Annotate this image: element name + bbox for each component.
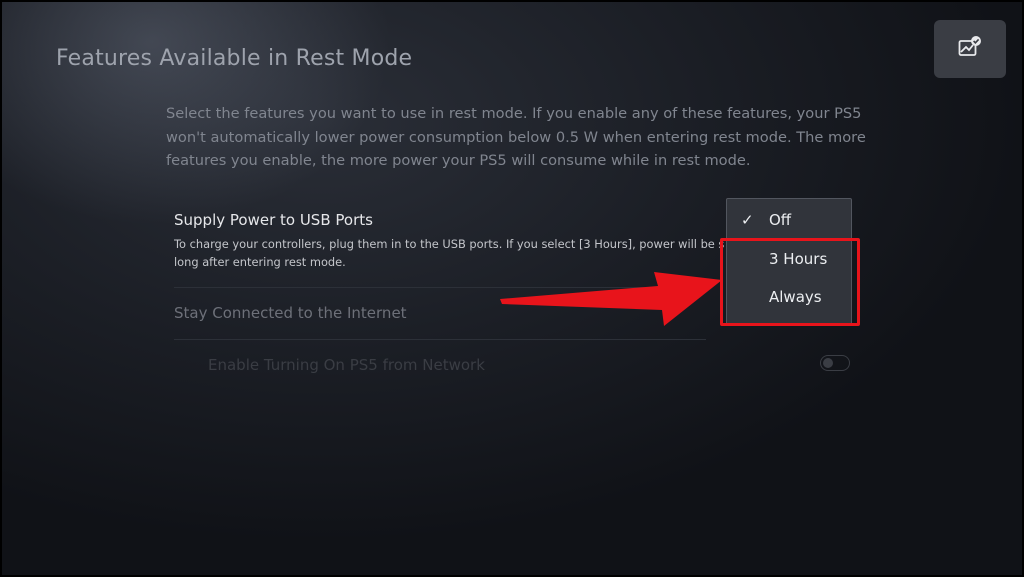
annotation-arrow-icon — [500, 272, 722, 326]
capture-gallery-icon — [958, 36, 982, 62]
capture-gallery-button[interactable] — [934, 20, 1006, 78]
page-title: Features Available in Rest Mode — [56, 46, 413, 71]
check-icon: ✓ — [741, 211, 754, 229]
stay-connected-title: Stay Connected to the Internet — [174, 304, 407, 322]
network-power-on-toggle[interactable] — [820, 355, 850, 371]
setting-row-network-power-on[interactable]: Enable Turning On PS5 from Network — [208, 356, 485, 374]
usb-power-description-line-1: To charge your controllers, plug them in… — [174, 237, 725, 251]
row-divider — [174, 339, 706, 340]
rest-mode-description: Select the features you want to use in r… — [166, 105, 866, 169]
network-power-on-title: Enable Turning On PS5 from Network — [208, 356, 485, 374]
toggle-knob — [823, 358, 833, 368]
usb-power-title: Supply Power to USB Ports — [174, 211, 373, 229]
dropdown-option-off[interactable]: ✓ Off — [727, 201, 851, 239]
dropdown-option-label: Off — [769, 211, 792, 229]
setting-row-stay-connected[interactable]: Stay Connected to the Internet — [174, 304, 407, 322]
ps5-settings-screen: Features Available in Rest Mode Select t… — [0, 0, 1024, 577]
annotation-highlight-box — [720, 238, 860, 326]
